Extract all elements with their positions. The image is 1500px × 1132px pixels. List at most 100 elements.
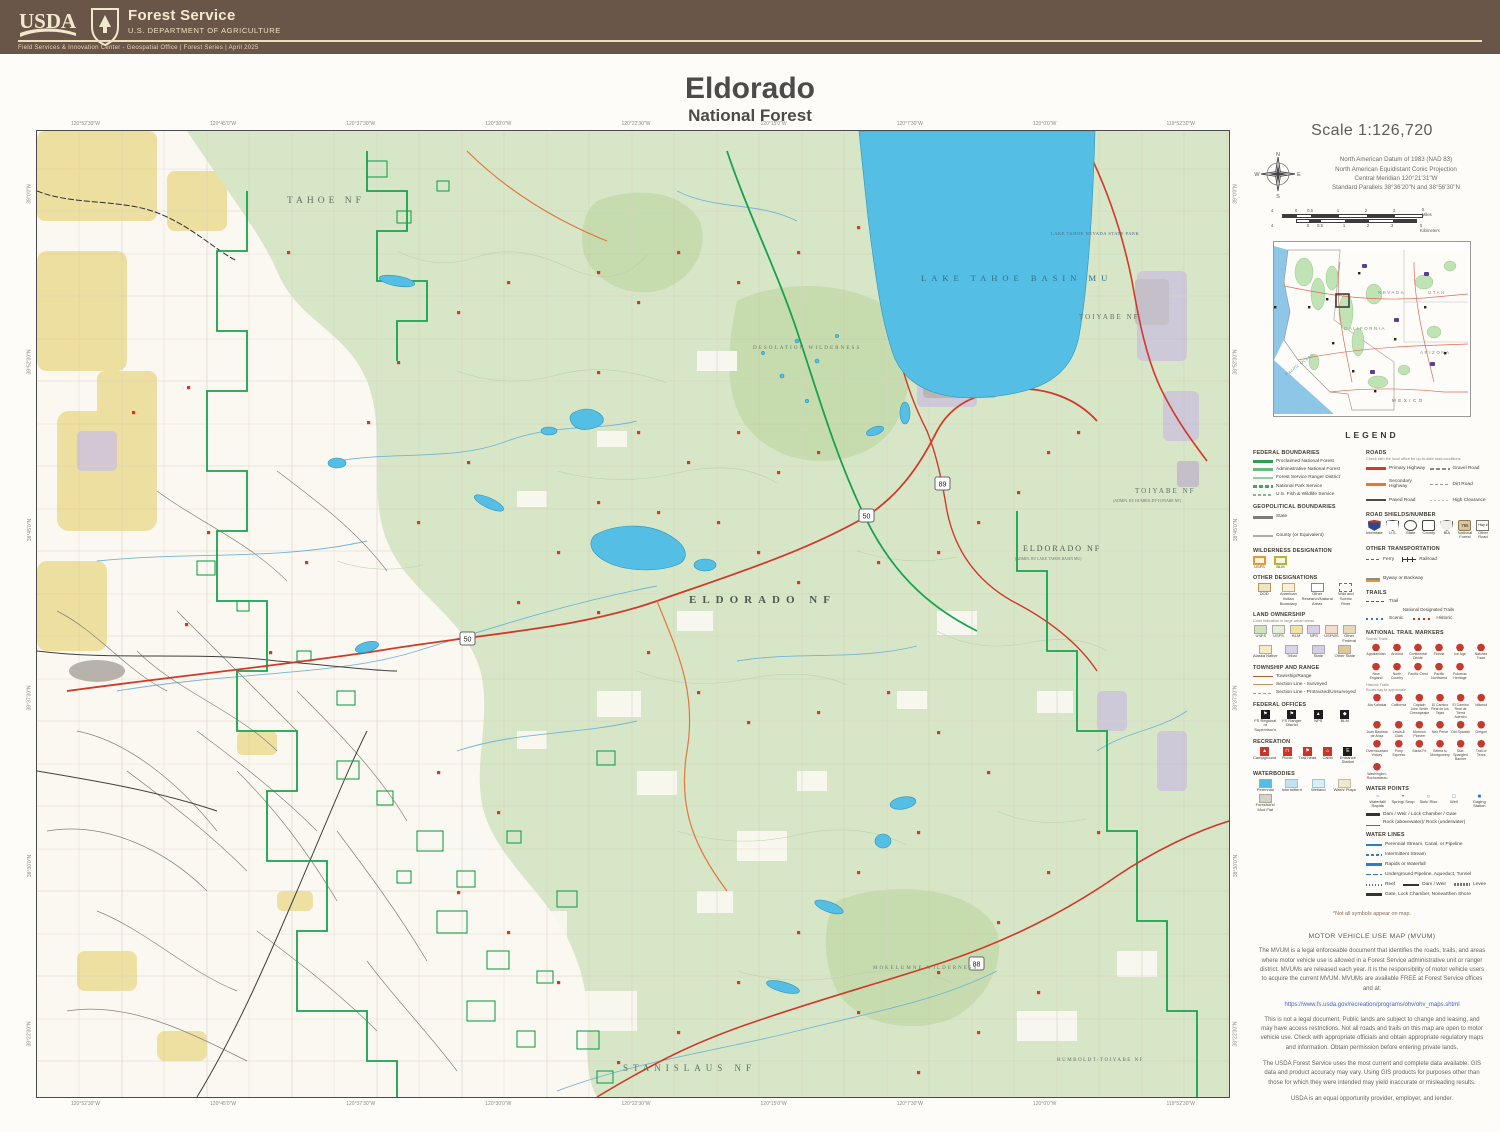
line-swatch [1366,499,1386,501]
sidebar: Scale 1:126,720 N E S W North American D… [1248,122,1496,1111]
label-eldorado-east-sub: (ADMIN. BY LAKE TAHOE BASIN MU) [1015,557,1082,561]
legend-item: EEntrance Station [1339,747,1357,765]
legend-item: ▲NPS [1306,710,1331,733]
legend-item: Intermittent Stream [1366,852,1426,858]
legend-item: □Well [1442,794,1465,809]
trail-marker: New England [1366,663,1386,680]
banner-subline: Field Services & Innovation Center - Geo… [18,45,259,51]
coord-label: 120°7'30"W [897,1101,923,1107]
map-canvas: 50 50 88 89 TAHOE NF LAKE TAHOE BASIN MU… [37,131,1229,1097]
coord-label: 120°0'0"W [1033,121,1056,127]
trail-marker-icon [1435,663,1443,671]
us-50-shield: 50 [464,637,472,644]
longitude-labels-bottom: 120°52'30"W120°45'0"W120°37'30"W120°30'0… [37,1101,1229,1107]
line-swatch [1366,813,1380,815]
trail-marker: Captain John Smith Chesapeake [1410,694,1430,719]
trail-marker-icon [1393,643,1401,651]
trail-marker-icon [1414,643,1422,651]
trail-marker: Natchez Trace [1471,643,1491,660]
trail-marker: Oregon [1471,721,1491,738]
legend-right-column: ROADS Check with the local office for up… [1366,444,1491,899]
map-sheet: USDA Forest Service U.S. DEPARTMENT OF A… [0,0,1500,1132]
line-swatch [1253,477,1273,479]
line-swatch [1366,820,1380,826]
coord-label: 38°30'0"N [27,855,33,877]
coord-label: 120°7'30"W [897,121,923,127]
trail-marker: Appalachian [1366,643,1386,660]
us-50-shield: 50 [863,514,871,521]
projection-line: North American Datum of 1983 (NAD 83) [1302,155,1490,164]
page-title: Eldorado [0,74,1500,104]
mvum-link[interactable]: https://www.fs.usda.gov/recreation/progr… [1258,1002,1486,1008]
legend-item: Administrative National Forest [1253,467,1357,473]
line-swatch [1366,893,1382,896]
trail-marker: El Camino Real de Tierra Adentro [1451,694,1471,719]
historic-trails-caption: Historic Trails [1366,683,1491,687]
legend-header: WATERBODIES [1253,771,1357,777]
trail-marker-icon [1373,740,1381,748]
trail-marker: North Country [1387,663,1407,680]
coord-label: 38°52'30"N [1233,349,1239,374]
coord-label: 120°37'30"W [346,121,375,127]
scale-bars: 00.51234 5 Miles 00.51234 5 Kilometers [1272,208,1472,229]
coord-label: 38°45'0"N [1233,519,1239,541]
trail-marker: Iditarod [1471,694,1491,719]
legend-item: ○Sink/ Rise [1417,794,1440,809]
scale-text: Scale 1:126,720 [1248,122,1496,140]
legend-item: Primary Highway [1366,466,1428,472]
legend-item: Underground Pipeline, Aqueduct, Tunnel [1366,872,1471,878]
label-humboldt: HUMBOLDT-TOIYABE NF [1057,1058,1144,1063]
legend-header: WATER LINES [1366,832,1491,838]
line-swatch [1253,485,1273,488]
line-swatch [1366,467,1386,470]
mvum-block: MOTOR VEHICLE USE MAP (MVUM) The MVUM is… [1258,933,1486,1104]
coord-label: 38°22'30"N [27,1021,33,1046]
legend-item: Other Federal [1341,625,1357,643]
legend-left-column: FEDERAL BOUNDARIES Proclaimed National F… [1253,444,1357,899]
legend-item: Perennial [1253,779,1278,793]
legend-item: Dam / Weir / Lock Chamber / Gate [1366,812,1491,818]
ownership-row1: USFSUSFSBLMNPSUSFWSOther Federal [1253,625,1357,643]
compass-rose-icon: N E S W [1254,150,1302,198]
wilderness-list: USFSBLM [1253,556,1357,570]
legend-header: LAND OWNERSHIP [1253,612,1357,618]
legend-item: USFS [1271,625,1287,643]
legend-item: ⊓Picnic [1278,747,1296,765]
coord-label: 120°45'0"W [210,1101,236,1107]
trail-marker-icon [1436,694,1444,702]
legend-note: Check with the local office for up-to-da… [1366,457,1491,461]
scenic-trail-markers: AppalachianArizonaContinental DivideFlor… [1366,643,1491,679]
legend-item: U.S. Fish & Wildlife Service [1253,492,1357,498]
legend-item: Gravel Road [1430,466,1492,472]
legend-item: State [1403,520,1419,540]
mvum-paragraph: The MVUM is a legal enforceable document… [1258,947,1486,993]
line-swatch [1402,557,1416,562]
legend-item: USFS [1253,556,1266,570]
waterbodies-row1: PerennialIntermittentWetlandWash/ Playa [1253,779,1357,793]
locator-label-arizona: ARIZONA [1420,350,1451,355]
line-swatch [1366,863,1382,866]
legend-item: Other State [1333,645,1358,659]
line-swatch [1253,516,1273,519]
legend-item: County (or Equivalent) [1253,533,1324,539]
coord-label: 120°15'0"W [761,121,787,127]
label-stanislaus-nf: STANISLAUS NF [623,1063,756,1073]
line-swatch [1253,693,1273,694]
miles-unit: 5 Miles [1422,207,1432,217]
trail-marker: Nez Perce [1430,721,1450,738]
projection-notes: North American Datum of 1983 (NAD 83)Nor… [1302,155,1490,192]
trail-marker-icon [1395,740,1403,748]
legend-item: Section Line - Protracted/Unsurveyed [1253,690,1357,696]
svg-text:N: N [1276,152,1280,158]
line-swatch [1454,883,1470,886]
line-swatch [1366,884,1382,886]
line-swatch [1253,676,1273,678]
legend-item: Rapids or Waterfall [1366,862,1426,868]
lake-tahoe [859,131,1095,398]
line-swatch [1430,500,1450,502]
longitude-labels-top: 120°52'30"W120°45'0"W120°37'30"W120°30'0… [37,121,1229,127]
label-tahoe-nf: TAHOE NF [287,196,365,206]
coord-label: 38°52'30"N [27,349,33,374]
line-swatch [1430,468,1450,470]
banner-rule [18,40,1482,42]
